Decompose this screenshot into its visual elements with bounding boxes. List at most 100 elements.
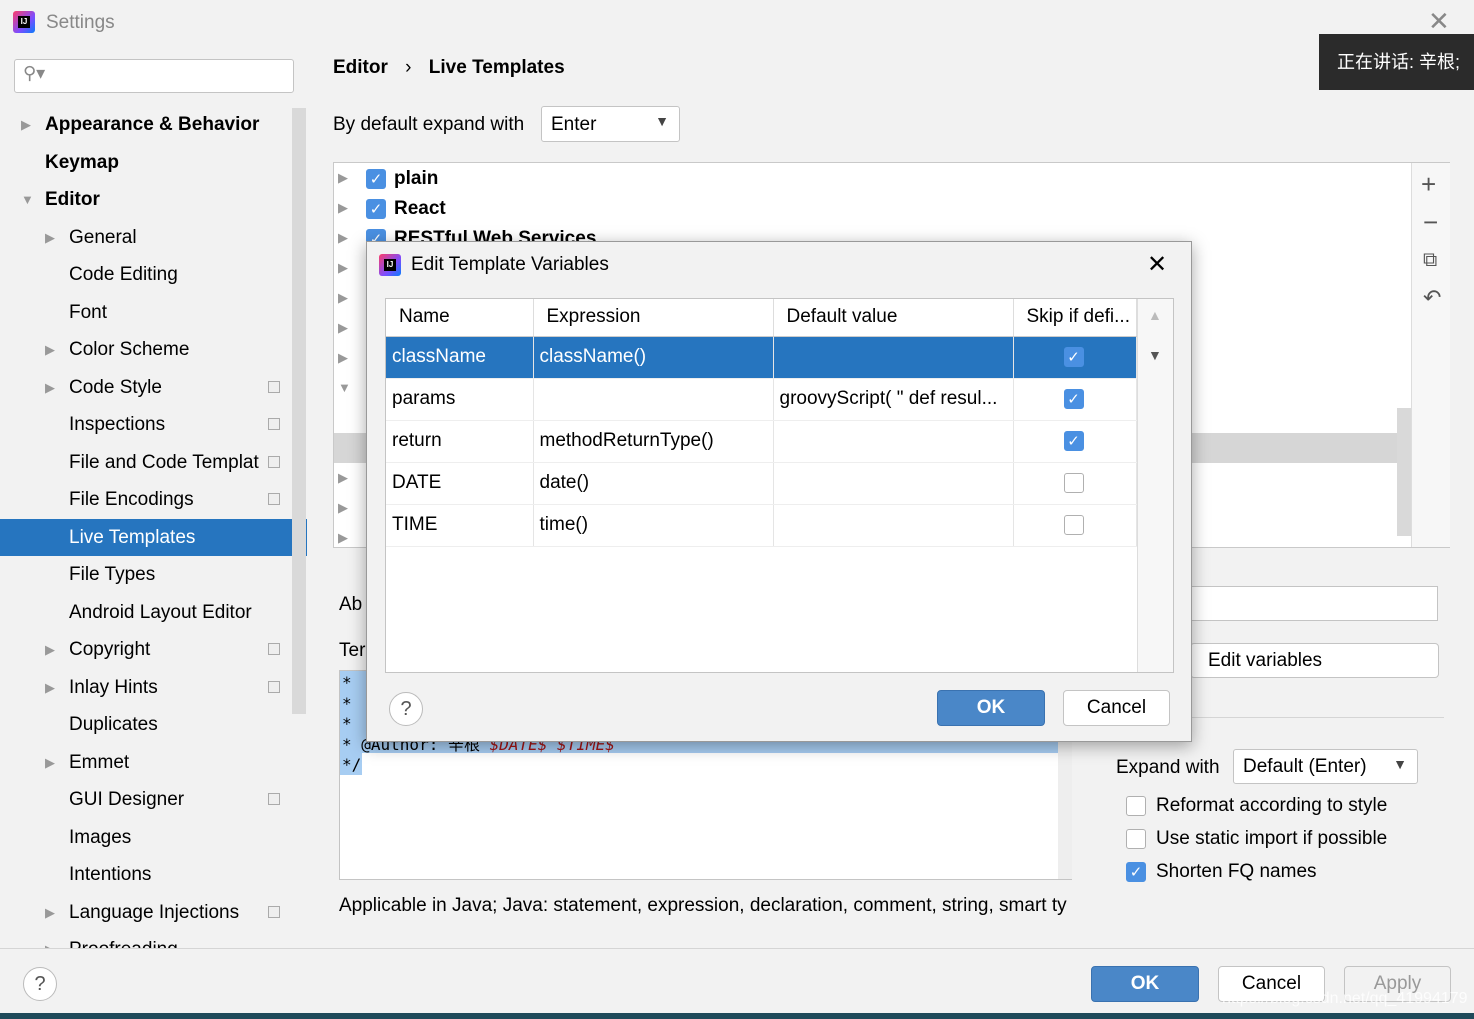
dialog-close-icon[interactable]: ✕ [1147, 250, 1167, 279]
copy-icon[interactable]: ⧉ [1423, 249, 1437, 272]
template-group-item[interactable]: ✓ React [366, 197, 446, 223]
add-icon[interactable]: + [1421, 169, 1436, 200]
variable-row[interactable]: className className() ✓ [386, 336, 1137, 379]
collapsed-arrow-icon[interactable]: ▶ [338, 350, 348, 366]
move-up-icon[interactable]: ▲ [1148, 307, 1162, 323]
sidebar-item-color-scheme[interactable]: ▶ Color Scheme [0, 331, 292, 368]
column-header-skip[interactable]: Skip if defi... [1013, 299, 1137, 337]
dialog-cancel-button[interactable]: Cancel [1063, 690, 1170, 726]
skip-checkbox[interactable]: ✓ [1063, 430, 1084, 451]
sidebar-item-file-and-code-templat[interactable]: File and Code Templat [0, 444, 292, 481]
restore-icon[interactable]: ↶ [1423, 285, 1441, 311]
dialog-help-icon[interactable]: ? [389, 692, 423, 726]
sidebar-item-duplicates[interactable]: Duplicates [0, 706, 292, 743]
skip-checkbox[interactable]: ✓ [1063, 388, 1084, 409]
collapsed-arrow-icon[interactable]: ▶ [338, 320, 348, 336]
applicable-contexts[interactable]: Applicable in Java; Java: statement, exp… [339, 895, 1072, 917]
collapsed-arrow-icon[interactable]: ▶ [338, 500, 348, 516]
sidebar-item-font[interactable]: Font [0, 294, 292, 331]
ok-button[interactable]: OK [1091, 966, 1199, 1002]
sidebar-item-code-style[interactable]: ▶ Code Style [0, 369, 292, 406]
breadcrumb-parent[interactable]: Editor [333, 57, 388, 78]
option-reformat-according-to-style[interactable]: Reformat according to style [1126, 795, 1387, 817]
sidebar-item-general[interactable]: ▶ General [0, 219, 292, 256]
variable-expression[interactable] [533, 378, 774, 421]
collapsed-arrow-icon[interactable]: ▶ [338, 290, 348, 306]
variable-expression[interactable]: className() [533, 336, 774, 379]
sidebar-item-live-templates[interactable]: Live Templates [0, 518, 307, 556]
dialog-ok-button[interactable]: OK [937, 690, 1045, 726]
checkbox[interactable]: ✓ [366, 199, 386, 219]
skip-cell[interactable] [1013, 462, 1137, 505]
skip-checkbox[interactable]: ✓ [1063, 346, 1084, 367]
sidebar-item-keymap[interactable]: Keymap [0, 144, 292, 181]
expand-with-select[interactable]: Default (Enter) ▼ [1233, 749, 1418, 784]
collapsed-arrow-icon[interactable]: ▶ [45, 894, 55, 931]
sidebar-item-intentions[interactable]: Intentions [0, 856, 292, 893]
skip-cell[interactable] [1013, 504, 1137, 547]
move-down-icon[interactable]: ▼ [1148, 347, 1162, 363]
remove-icon[interactable]: − [1423, 207, 1438, 238]
variable-name[interactable]: params [386, 378, 534, 421]
option-shorten-fq-names[interactable]: ✓ Shorten FQ names [1126, 861, 1317, 883]
collapsed-arrow-icon[interactable]: ▶ [45, 331, 55, 368]
collapsed-arrow-icon[interactable]: ▶ [45, 744, 55, 781]
skip-cell[interactable]: ✓ [1013, 336, 1137, 379]
expand-default-select[interactable]: Enter ▼ [541, 106, 680, 142]
sidebar-item-appearance-behavior[interactable]: ▶ Appearance & Behavior [0, 106, 292, 143]
option-use-static-import-if-possible[interactable]: Use static import if possible [1126, 828, 1387, 850]
sidebar-item-images[interactable]: Images [0, 819, 292, 856]
skip-checkbox[interactable] [1063, 472, 1084, 493]
expanded-arrow-icon[interactable]: ▼ [21, 181, 34, 218]
skip-checkbox[interactable] [1063, 514, 1084, 535]
variable-default[interactable]: groovyScript( " def resul... [773, 378, 1014, 421]
skip-cell[interactable]: ✓ [1013, 378, 1137, 421]
checkbox[interactable]: ✓ [366, 169, 386, 189]
tree-scrollbar[interactable] [1397, 408, 1411, 536]
variable-expression[interactable]: time() [533, 504, 774, 547]
sidebar-scrollbar[interactable] [292, 108, 306, 714]
sidebar-item-copyright[interactable]: ▶ Copyright [0, 631, 292, 668]
sidebar-item-inlay-hints[interactable]: ▶ Inlay Hints [0, 669, 292, 706]
search-input[interactable]: ⚲▾ [14, 59, 294, 93]
variable-row[interactable]: return methodReturnType() ✓ [386, 420, 1137, 463]
variable-name[interactable]: className [386, 336, 534, 379]
skip-cell[interactable]: ✓ [1013, 420, 1137, 463]
close-icon[interactable]: ✕ [1428, 6, 1450, 37]
sidebar-item-android-layout-editor[interactable]: Android Layout Editor [0, 594, 292, 631]
sidebar-item-file-encodings[interactable]: File Encodings [0, 481, 292, 518]
variable-row[interactable]: TIME time() [386, 504, 1137, 547]
collapsed-arrow-icon[interactable]: ▶ [45, 631, 55, 668]
collapsed-arrow-icon[interactable]: ▶ [338, 230, 348, 246]
collapsed-arrow-icon[interactable]: ▶ [45, 369, 55, 406]
collapsed-arrow-icon[interactable]: ▶ [338, 200, 348, 216]
collapsed-arrow-icon[interactable]: ▶ [338, 470, 348, 486]
collapsed-arrow-icon[interactable]: ▶ [338, 260, 348, 276]
variable-default[interactable] [773, 336, 1014, 379]
expanded-arrow-icon[interactable]: ▼ [338, 380, 351, 395]
template-group-item[interactable]: ✓ plain [366, 167, 438, 193]
variable-default[interactable] [773, 504, 1014, 547]
sidebar-item-file-types[interactable]: File Types [0, 556, 292, 593]
variable-expression[interactable]: date() [533, 462, 774, 505]
variable-row[interactable]: DATE date() [386, 462, 1137, 505]
variable-name[interactable]: TIME [386, 504, 534, 547]
column-header-expression[interactable]: Expression [533, 299, 774, 337]
sidebar-item-proofreading[interactable]: ▶ Proofreading [0, 931, 292, 948]
column-header-name[interactable]: Name [386, 299, 534, 337]
collapsed-arrow-icon[interactable]: ▶ [45, 669, 55, 706]
collapsed-arrow-icon[interactable]: ▶ [338, 530, 348, 546]
variable-expression[interactable]: methodReturnType() [533, 420, 774, 463]
sidebar-item-inspections[interactable]: Inspections [0, 406, 292, 443]
collapsed-arrow-icon[interactable]: ▶ [21, 106, 31, 143]
collapsed-arrow-icon[interactable]: ▶ [338, 170, 348, 186]
sidebar-item-gui-designer[interactable]: GUI Designer [0, 781, 292, 818]
variable-default[interactable] [773, 420, 1014, 463]
column-header-default-value[interactable]: Default value [773, 299, 1014, 337]
sidebar-item-emmet[interactable]: ▶ Emmet [0, 744, 292, 781]
variable-default[interactable] [773, 462, 1014, 505]
collapsed-arrow-icon[interactable]: ▶ [45, 931, 55, 948]
sidebar-item-editor[interactable]: ▼ Editor [0, 181, 292, 218]
checkbox[interactable] [1126, 829, 1146, 849]
sidebar-item-code-editing[interactable]: Code Editing [0, 256, 292, 293]
